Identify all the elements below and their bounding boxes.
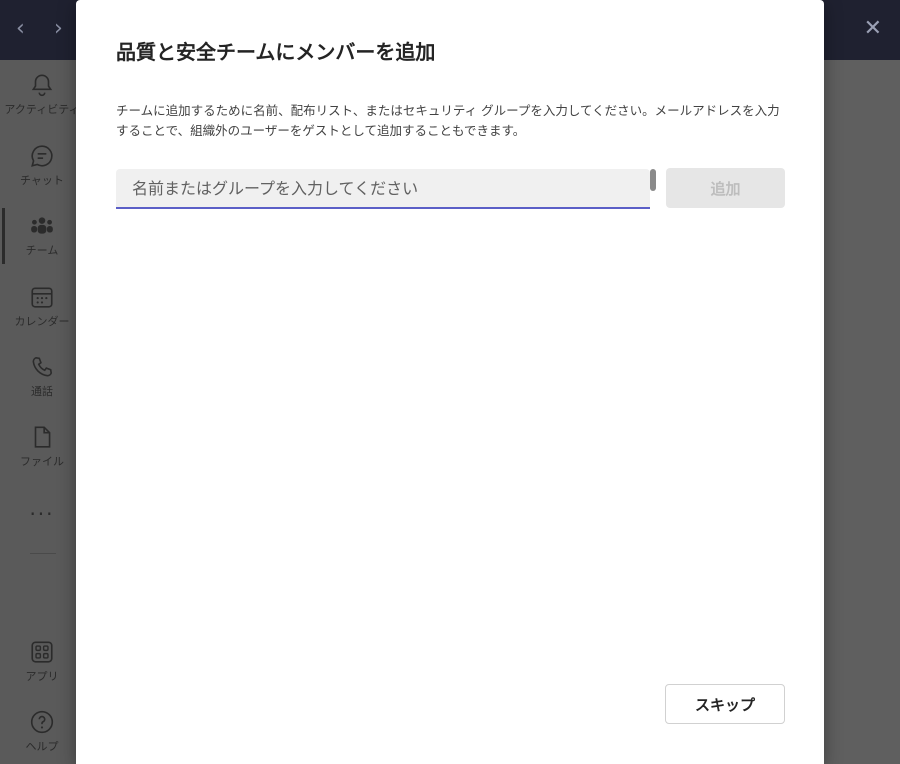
chevron-left-icon[interactable]: ‹ xyxy=(16,18,25,40)
rail-item-help[interactable]: ヘルプ xyxy=(0,709,84,754)
help-icon xyxy=(30,710,54,734)
chevron-right-icon[interactable]: › xyxy=(54,18,63,40)
dialog-title: 品質と安全チームにメンバーを追加 xyxy=(116,40,436,64)
rail-item-label: チャット xyxy=(20,174,64,187)
skip-button[interactable]: スキップ xyxy=(665,684,785,724)
scrollbar-thumb[interactable] xyxy=(650,169,656,191)
rail-item-label: ヘルプ xyxy=(25,740,59,753)
teams-icon xyxy=(31,217,53,234)
rail-item-activity[interactable]: アクティビティ xyxy=(0,72,84,117)
rail-item-label: アプリ xyxy=(25,670,59,683)
add-button[interactable]: 追加 xyxy=(666,168,785,208)
rail-item-label: ファイル xyxy=(20,455,64,468)
apps-icon xyxy=(31,641,53,663)
member-search-input[interactable] xyxy=(116,169,650,207)
file-icon xyxy=(34,426,51,448)
rail-item-label: アクティビティ xyxy=(4,103,80,116)
rail-item-chat[interactable]: チャット xyxy=(0,143,84,188)
rail-item-label: 通話 xyxy=(31,385,53,398)
rail-divider xyxy=(30,553,56,554)
bell-icon xyxy=(31,74,53,97)
member-search-field[interactable] xyxy=(116,169,650,209)
rail-item-teams[interactable]: チーム xyxy=(0,213,84,258)
rail-item-calls[interactable]: 通話 xyxy=(0,354,84,399)
calendar-icon xyxy=(31,287,53,308)
add-members-dialog: 品質と安全チームにメンバーを追加 チームに追加するために名前、配布リスト、または… xyxy=(76,0,824,764)
more-apps-icon[interactable]: ··· xyxy=(0,502,84,526)
rail-item-files[interactable]: ファイル xyxy=(0,424,84,469)
rail-item-calendar[interactable]: カレンダー xyxy=(0,284,84,329)
phone-icon xyxy=(32,356,53,377)
chat-icon xyxy=(31,145,53,167)
rail-item-label: カレンダー xyxy=(14,315,70,328)
dialog-description: チームに追加するために名前、配布リスト、またはセキュリティ グループを入力してく… xyxy=(116,103,780,138)
close-icon[interactable]: ✕ xyxy=(864,18,882,40)
rail-item-label: チーム xyxy=(25,244,59,257)
rail-item-apps[interactable]: アプリ xyxy=(0,639,84,684)
